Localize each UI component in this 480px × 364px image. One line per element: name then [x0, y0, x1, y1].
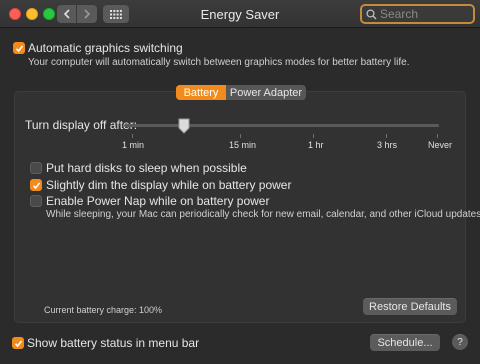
slider-tick: [313, 134, 314, 138]
auto-graphics-label[interactable]: Automatic graphics switching: [28, 41, 183, 55]
help-button[interactable]: ?: [452, 334, 468, 350]
display-off-label: Turn display off after:: [25, 118, 138, 132]
checkmark-icon: [14, 340, 22, 347]
slider-tick: [437, 134, 438, 138]
schedule-button[interactable]: Schedule...: [370, 334, 440, 351]
slider-tick: [240, 134, 241, 138]
display-sleep-slider[interactable]: [124, 124, 439, 127]
tab-battery[interactable]: Battery: [176, 85, 226, 100]
battery-charge-text: Current battery charge: 100%: [44, 305, 163, 315]
slider-tick: [386, 134, 387, 138]
dim-display-checkbox[interactable]: [30, 179, 42, 191]
title-bar: Energy Saver: [0, 0, 480, 28]
search-field[interactable]: [360, 4, 475, 24]
tick-label-3-hrs: 3 hrs: [377, 140, 398, 150]
show-battery-status-label[interactable]: Show battery status in menu bar: [27, 336, 199, 350]
power-source-tabs: Battery Power Adapter: [176, 85, 306, 100]
dim-display-label[interactable]: Slightly dim the display while on batter…: [46, 178, 291, 192]
tab-power-adapter[interactable]: Power Adapter: [226, 85, 306, 100]
slider-tick: [132, 134, 133, 138]
auto-graphics-description: Your computer will automatically switch …: [28, 57, 410, 68]
tick-label-never: Never: [428, 140, 453, 150]
power-nap-label[interactable]: Enable Power Nap while on battery power: [46, 194, 269, 208]
hard-disk-sleep-checkbox[interactable]: [30, 162, 42, 174]
search-icon: [366, 8, 377, 19]
slider-thumb[interactable]: [177, 118, 191, 134]
search-input[interactable]: [380, 7, 470, 21]
checkmark-icon: [15, 45, 23, 52]
checkmark-icon: [32, 182, 40, 189]
power-nap-checkbox[interactable]: [30, 195, 42, 207]
restore-defaults-button[interactable]: Restore Defaults: [363, 298, 457, 315]
power-nap-description: While sleeping, your Mac can periodicall…: [46, 209, 480, 220]
tick-label-1-hr: 1 hr: [308, 140, 324, 150]
auto-graphics-checkbox[interactable]: [13, 42, 25, 54]
tick-label-15-min: 15 min: [229, 140, 257, 150]
hard-disk-sleep-label[interactable]: Put hard disks to sleep when possible: [46, 161, 247, 175]
tick-label-1-min: 1 min: [122, 140, 145, 150]
show-battery-status-checkbox[interactable]: [12, 337, 24, 349]
